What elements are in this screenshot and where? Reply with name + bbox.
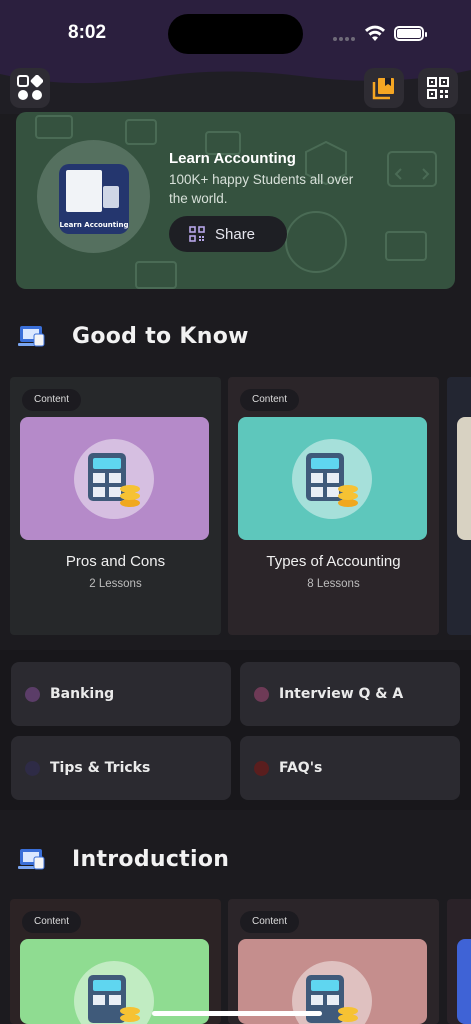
topic-card-peek[interactable]: [447, 899, 471, 1024]
calculator-coins-icon: [306, 453, 358, 507]
share-button[interactable]: Share: [169, 216, 287, 252]
calculator-coins-icon: [306, 975, 358, 1023]
wifi-icon: [365, 25, 385, 41]
section-title: Introduction: [72, 846, 230, 872]
battery-icon: [394, 26, 427, 41]
course-banner: Learn Accounting Learn Accounting 100K+ …: [16, 112, 455, 289]
cellular-signal-icon: [333, 37, 355, 41]
card-thumbnail: [238, 417, 427, 540]
dot-icon: [25, 686, 40, 702]
quick-link-tips[interactable]: Tips & Tricks: [11, 736, 231, 800]
card-lesson-count: 2 Lessons: [89, 578, 142, 590]
quick-link-label: Banking: [50, 686, 115, 702]
quick-link-faq[interactable]: FAQ's: [240, 736, 460, 800]
card-title: Pros and Cons: [65, 553, 166, 570]
qr-code-icon: [427, 77, 449, 99]
card-tag: Content: [22, 911, 82, 933]
qr-scan-button[interactable]: [418, 68, 458, 108]
card-title: Types of Accounting: [266, 553, 401, 570]
laptop-tutorial-icon: [18, 326, 45, 347]
card-tag: Content: [240, 389, 300, 411]
course-title: Learn Accounting: [169, 150, 296, 167]
topic-card-intro-1[interactable]: Content: [10, 899, 221, 1024]
dot-icon: [254, 760, 269, 776]
section-title: Good to Know: [72, 323, 249, 349]
card-tag: Content: [22, 389, 82, 411]
course-cover-image: Learn Accounting: [59, 164, 129, 234]
quick-link-banking[interactable]: Banking: [11, 662, 231, 726]
section-header-introduction: Introduction: [18, 845, 229, 873]
qr-share-icon: [189, 226, 205, 242]
grid-icon: [17, 75, 43, 100]
card-thumbnail: [20, 417, 209, 540]
calculator-coins-icon: [88, 975, 140, 1023]
bookmark-stack-icon: [372, 78, 394, 100]
share-label: Share: [215, 225, 256, 243]
status-time: 8:02: [68, 22, 107, 43]
dynamic-island: [168, 14, 303, 54]
bookmarks-button[interactable]: [364, 68, 404, 108]
quick-link-label: Interview Q & A: [279, 686, 404, 702]
topic-card-intro-2[interactable]: Content: [228, 899, 439, 1024]
home-indicator[interactable]: [152, 1011, 322, 1016]
card-lesson-count: 8 Lessons: [307, 578, 360, 590]
course-cover-label: Learn Accounting: [59, 221, 129, 229]
dot-icon: [25, 760, 40, 776]
quick-link-label: FAQ's: [279, 760, 323, 776]
topic-card-peek[interactable]: [447, 377, 471, 635]
course-cover-circle: Learn Accounting: [37, 140, 150, 253]
dot-icon: [254, 686, 269, 702]
calculator-coins-icon: [88, 453, 140, 507]
laptop-tutorial-icon: [18, 849, 45, 870]
topic-card-pros-and-cons[interactable]: Content Pros and Cons 2 Lessons: [10, 377, 221, 635]
quick-links-panel: Banking Interview Q & A Tips & Tricks FA…: [0, 650, 471, 810]
quick-link-interview[interactable]: Interview Q & A: [240, 662, 460, 726]
categories-grid-button[interactable]: [10, 68, 50, 108]
course-subtitle: 100K+ happy Students all over the world.: [169, 172, 354, 206]
card-tag: Content: [240, 911, 300, 933]
section-header-good-to-know: Good to Know: [18, 322, 249, 350]
quick-link-label: Tips & Tricks: [50, 760, 151, 776]
topic-card-types-of-accounting[interactable]: Content Types of Accounting 8 Lessons: [228, 377, 439, 635]
